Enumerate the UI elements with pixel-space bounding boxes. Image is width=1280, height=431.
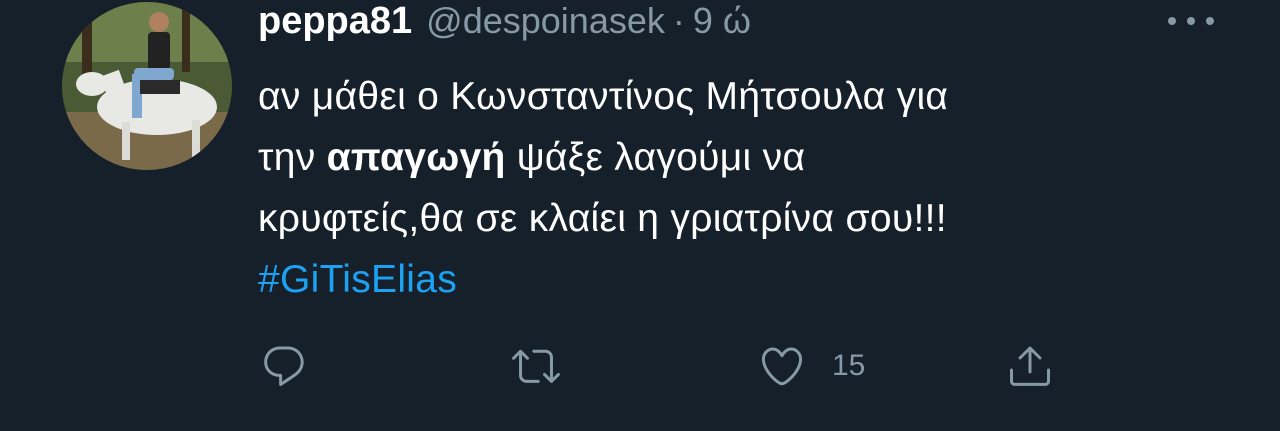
separator-dot: ·: [672, 0, 685, 41]
retweet-button[interactable]: [512, 338, 560, 394]
like-button[interactable]: 15: [758, 338, 865, 394]
tweet-text: αν μάθει ο Κωνσταντίνος Μήτσουλα για την…: [258, 66, 1238, 310]
tweet-header: peppa81 @despoinasek · 9 ώ: [258, 0, 751, 50]
like-count: 15: [832, 349, 866, 382]
reply-button[interactable]: [260, 338, 308, 394]
tweet-text-bold: απαγωγή: [326, 136, 506, 179]
tweet-text-segment: την: [258, 136, 327, 179]
more-dot: [1206, 17, 1214, 25]
tweet-text-line: την απαγωγή ψάξε λαγούμι να: [258, 127, 1238, 188]
tweet[interactable]: peppa81 @despoinasek · 9 ώ αν μάθει ο Κω…: [0, 0, 1280, 431]
more-icon[interactable]: [1168, 12, 1214, 30]
avatar-photo: [62, 2, 232, 170]
avatar[interactable]: [62, 2, 232, 170]
reply-icon: [264, 346, 304, 386]
share-icon: [1010, 346, 1050, 386]
user-handle[interactable]: @despoinasek: [426, 0, 665, 42]
action-bar: 15: [0, 338, 1280, 398]
tweet-text-line: κρυφτείς,θα σε κλαίει η γριατρίνα σου!!!: [258, 197, 947, 240]
display-name[interactable]: peppa81: [258, 0, 412, 43]
tweet-text-segment: ψάξε λαγούμι να: [505, 136, 806, 179]
retweet-icon: [512, 349, 560, 383]
timestamp[interactable]: 9 ώ: [693, 0, 751, 42]
share-button[interactable]: [1006, 338, 1054, 394]
more-dot: [1168, 17, 1176, 25]
hashtag-link[interactable]: #GiTisElias: [258, 249, 1238, 310]
tweet-text-line: αν μάθει ο Κωνσταντίνος Μήτσουλα για: [258, 75, 949, 118]
heart-icon: [761, 347, 803, 386]
more-dot: [1187, 17, 1195, 25]
